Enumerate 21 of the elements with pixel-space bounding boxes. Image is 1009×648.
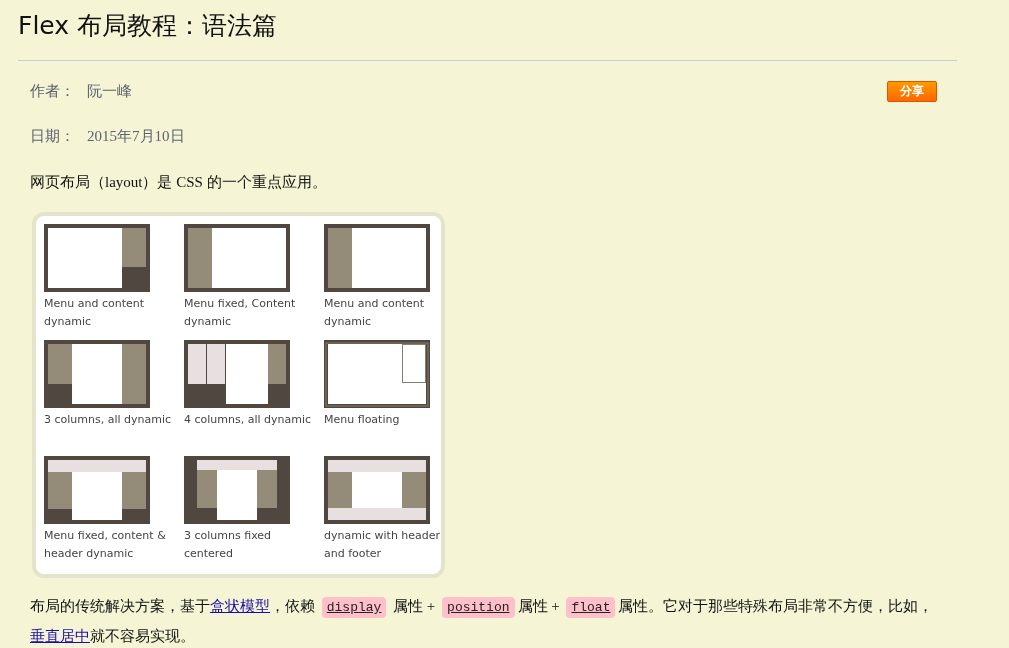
layout-caption: 4 columns, all dynamic (184, 412, 312, 428)
layout-caption: Menu fixed, Content dynamic (184, 296, 297, 330)
link[interactable]: 盒状模型 (210, 598, 270, 614)
layout-caption: Menu floating (324, 412, 401, 428)
meta-label: 日期： (30, 127, 75, 146)
code-link[interactable]: position (442, 597, 515, 618)
layout-caption: 3 columns fixed centered (184, 528, 273, 562)
layout-caption: dynamic with header and footer (324, 528, 442, 562)
intro-text: 网页布局（layout）是 CSS 的一个重点应用。 (29, 173, 328, 192)
code-link[interactable]: display (321, 597, 387, 618)
meta-label: 作者： (30, 82, 75, 101)
paragraph: 布局的传统解决方案，基于盒状模型，依赖 display 属性 + position 属性 + float 属性。它对于那些特殊布局非常不方便，比如， 垂直居中就不容易实现。 (30, 596, 935, 646)
layout-caption: Menu and content dynamic (324, 296, 425, 330)
code-link[interactable]: float (566, 597, 616, 618)
meta-value: 阮一峰 (87, 82, 132, 101)
layout-caption: 3 columns, all dynamic (44, 412, 172, 428)
link[interactable]: 垂直居中 (30, 628, 90, 644)
meta-value: 2015年7月10日 (87, 127, 185, 146)
page-title: Flex 布局教程：语法篇 (18, 10, 278, 42)
layout-caption: Menu fixed, content & header dynamic (44, 528, 167, 562)
layout-caption: Menu and content dynamic (44, 296, 145, 330)
